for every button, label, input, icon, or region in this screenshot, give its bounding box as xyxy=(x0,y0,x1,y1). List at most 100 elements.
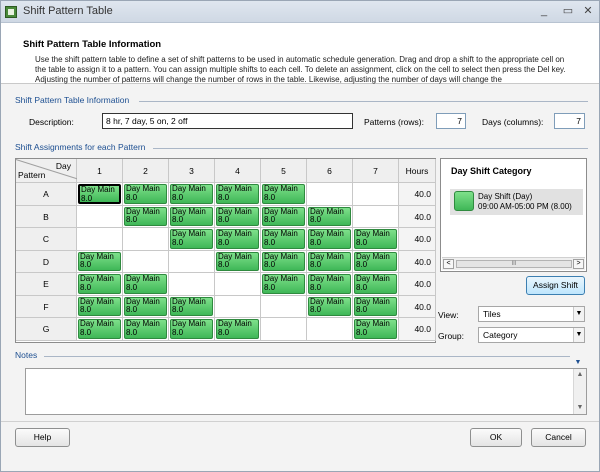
shift-assignment-chip[interactable]: Day Main 8.0 xyxy=(170,319,213,339)
pattern-cell[interactable] xyxy=(123,250,169,273)
shift-assignment-chip[interactable]: Day Main 8.0 xyxy=(216,229,259,249)
pattern-cell[interactable]: Day Main 8.0 xyxy=(77,295,123,318)
pattern-cell[interactable]: Day Main 8.0 xyxy=(307,205,353,228)
pattern-cell[interactable]: Day Main 8.0 xyxy=(261,205,307,228)
shift-assignment-chip[interactable]: Day Main 8.0 xyxy=(124,206,167,226)
chevron-down-icon[interactable]: ▼ xyxy=(573,328,584,342)
group-select[interactable]: Category ▼ xyxy=(478,327,585,343)
pattern-cell[interactable]: Day Main 8.0 xyxy=(307,273,353,296)
shift-assignment-chip[interactable]: Day Main 8.0 xyxy=(354,274,397,294)
pattern-cell[interactable]: Day Main 8.0 xyxy=(169,228,215,251)
pattern-cell[interactable]: Day Main 8.0 xyxy=(169,295,215,318)
pattern-cell[interactable]: Day Main 8.0 xyxy=(123,205,169,228)
pattern-cell[interactable]: Day Main 8.0 xyxy=(123,295,169,318)
pattern-cell[interactable]: Day Main 8.0 xyxy=(215,228,261,251)
shift-assignment-chip[interactable]: Day Main 8.0 xyxy=(308,274,351,294)
pattern-cell[interactable]: Day Main 8.0 xyxy=(307,228,353,251)
pattern-cell[interactable]: Day Main 8.0 xyxy=(215,183,261,206)
pattern-cell[interactable] xyxy=(261,318,307,341)
pattern-cell[interactable]: Day Main 8.0 xyxy=(169,205,215,228)
pattern-cell[interactable]: Day Main 8.0 xyxy=(261,183,307,206)
pattern-cell[interactable] xyxy=(307,318,353,341)
pattern-cell[interactable]: Day Main 8.0 xyxy=(353,228,399,251)
ok-button[interactable]: OK xyxy=(470,428,522,447)
pattern-cell[interactable]: Day Main 8.0 xyxy=(123,273,169,296)
shift-assignment-chip[interactable]: Day Main 8.0 xyxy=(354,251,397,271)
shift-assignment-chip[interactable]: Day Main 8.0 xyxy=(170,206,213,226)
pattern-cell[interactable] xyxy=(215,273,261,296)
pattern-cell[interactable]: Day Main 8.0 xyxy=(169,183,215,206)
shift-assignment-chip[interactable]: Day Main 8.0 xyxy=(216,206,259,226)
pattern-cell[interactable]: Day Main 8.0 xyxy=(353,250,399,273)
pattern-cell[interactable] xyxy=(307,183,353,206)
shift-assignment-chip[interactable]: Day Main 8.0 xyxy=(262,274,305,294)
shift-assignment-chip[interactable]: Day Main 8.0 xyxy=(124,274,167,294)
shift-assignment-chip[interactable]: Day Main 8.0 xyxy=(170,296,213,316)
shift-tile-day[interactable]: Day Shift (Day) 09:00 AM-05:00 PM (8.00) xyxy=(450,189,583,215)
shift-assignment-chip[interactable]: Day Main 8.0 xyxy=(308,206,351,226)
pattern-cell[interactable]: Day Main 8.0 xyxy=(169,318,215,341)
pattern-cell[interactable]: Day Main 8.0 xyxy=(77,318,123,341)
pattern-cell[interactable]: Day Main 8.0 xyxy=(261,228,307,251)
pattern-cell[interactable] xyxy=(77,228,123,251)
shift-assignment-chip[interactable]: Day Main 8.0 xyxy=(354,229,397,249)
shift-assignment-chip[interactable]: Day Main 8.0 xyxy=(170,229,213,249)
cancel-button[interactable]: Cancel xyxy=(531,428,586,447)
pattern-cell[interactable]: Day Main 8.0 xyxy=(123,183,169,206)
shift-assignment-chip[interactable]: Day Main 8.0 xyxy=(354,296,397,316)
shift-assignment-chip[interactable]: Day Main 8.0 xyxy=(308,229,351,249)
pattern-cell[interactable]: Day Main 8.0 xyxy=(307,295,353,318)
pattern-cell[interactable] xyxy=(169,273,215,296)
shift-assignment-chip[interactable]: Day Main 8.0 xyxy=(78,319,121,339)
chevron-down-icon[interactable]: ▼ xyxy=(573,307,584,321)
maximize-button[interactable]: ▭ xyxy=(561,4,575,18)
help-button[interactable]: Help xyxy=(15,428,70,447)
patterns-field[interactable]: 7 xyxy=(436,113,466,129)
pattern-cell[interactable] xyxy=(353,205,399,228)
pattern-cell[interactable]: Day Main 8.0 xyxy=(77,273,123,296)
minimize-button[interactable]: _ xyxy=(537,4,551,18)
pattern-cell[interactable]: Day Main 8.0 xyxy=(123,318,169,341)
collapse-arrow-icon[interactable]: ▼ xyxy=(572,359,584,367)
shift-assignment-chip[interactable]: Day Main 8.0 xyxy=(354,319,397,339)
assign-shift-button[interactable]: Assign Shift xyxy=(526,276,585,295)
pattern-cell[interactable]: Day Main 8.0 xyxy=(353,295,399,318)
pattern-cell[interactable] xyxy=(77,205,123,228)
shift-assignment-chip[interactable]: Day Main 8.0 xyxy=(124,296,167,316)
pattern-cell[interactable]: Day Main 8.0 xyxy=(77,183,123,206)
pattern-cell[interactable] xyxy=(123,228,169,251)
shift-assignment-chip[interactable]: Day Main 8.0 xyxy=(308,251,351,271)
shift-assignment-chip[interactable]: Day Main 8.0 xyxy=(308,296,351,316)
notes-textarea[interactable]: ▲ ▼ xyxy=(25,368,587,415)
days-field[interactable]: 7 xyxy=(554,113,585,129)
pattern-cell[interactable]: Day Main 8.0 xyxy=(77,250,123,273)
shift-assignment-chip[interactable]: Day Main 8.0 xyxy=(262,184,305,204)
shift-assignment-chip[interactable]: Day Main 8.0 xyxy=(124,319,167,339)
pattern-cell[interactable]: Day Main 8.0 xyxy=(261,273,307,296)
shift-assignment-chip[interactable]: Day Main 8.0 xyxy=(170,184,213,204)
shift-assignment-chip[interactable]: Day Main 8.0 xyxy=(216,184,259,204)
shift-assignment-chip[interactable]: Day Main 8.0 xyxy=(262,251,305,271)
scroll-right-button[interactable]: > xyxy=(573,259,584,269)
shift-assignment-chip[interactable]: Day Main 8.0 xyxy=(78,296,121,316)
view-select[interactable]: Tiles ▼ xyxy=(478,306,585,322)
horizontal-scrollbar[interactable]: < III > xyxy=(442,257,585,270)
pattern-cell[interactable] xyxy=(169,250,215,273)
scroll-thumb[interactable]: III xyxy=(456,260,572,268)
description-field[interactable]: 8 hr, 7 day, 5 on, 2 off xyxy=(102,113,353,129)
pattern-cell[interactable]: Day Main 8.0 xyxy=(353,318,399,341)
shift-assignment-chip[interactable]: Day Main 8.0 xyxy=(216,319,259,339)
shift-assignment-chip[interactable]: Day Main 8.0 xyxy=(124,184,167,204)
pattern-cell[interactable]: Day Main 8.0 xyxy=(353,273,399,296)
close-button[interactable]: ✕ xyxy=(581,4,595,18)
pattern-cell[interactable]: Day Main 8.0 xyxy=(215,318,261,341)
scroll-down-icon[interactable]: ▼ xyxy=(575,403,585,413)
scroll-left-button[interactable]: < xyxy=(443,259,454,269)
notes-scrollbar[interactable]: ▲ ▼ xyxy=(573,369,586,414)
pattern-cell[interactable] xyxy=(215,295,261,318)
pattern-cell[interactable]: Day Main 8.0 xyxy=(215,250,261,273)
shift-assignment-chip[interactable]: Day Main 8.0 xyxy=(78,251,121,271)
pattern-cell[interactable] xyxy=(261,295,307,318)
scroll-up-icon[interactable]: ▲ xyxy=(575,370,585,380)
shift-assignment-chip[interactable]: Day Main 8.0 xyxy=(262,206,305,226)
